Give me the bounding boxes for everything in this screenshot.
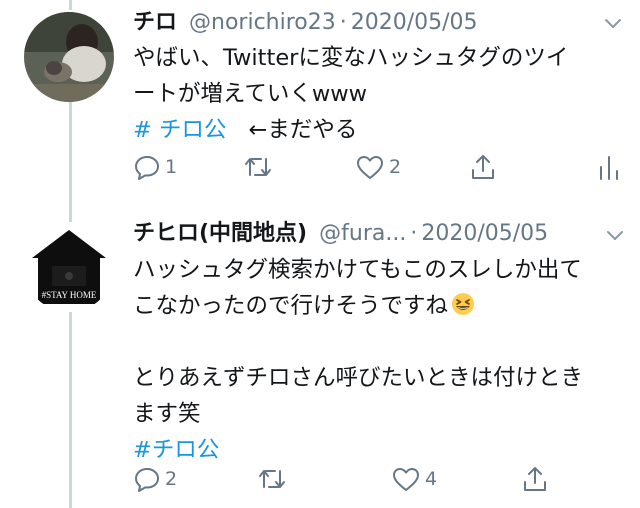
- heart-icon: [393, 468, 419, 491]
- text-segment: こなかったので行けそうですね: [133, 293, 449, 319]
- username-handle[interactable]: @norichiro23: [189, 9, 336, 37]
- reply-count: 2: [165, 468, 178, 490]
- analytics-icon: [600, 156, 618, 180]
- reply-note: ←まだやる: [248, 117, 358, 143]
- tweet-header: チロ @norichiro23 · 2020/05/05: [133, 9, 478, 37]
- share-button[interactable]: [521, 464, 549, 494]
- display-name[interactable]: チヒロ(中間地点): [133, 220, 307, 248]
- reply-button[interactable]: 1: [133, 152, 177, 182]
- hashtag-link[interactable]: #チロ公: [133, 437, 219, 463]
- share-icon: [472, 155, 494, 179]
- text-line: こなかったので行けそうですね: [133, 288, 623, 324]
- reply-count: 1: [165, 156, 178, 178]
- analytics-button[interactable]: [597, 152, 621, 182]
- retweet-button[interactable]: [243, 152, 273, 182]
- chevron-down-icon[interactable]: [604, 224, 626, 246]
- display-name[interactable]: チロ: [133, 9, 177, 37]
- tweet-header: チヒロ(中間地点) @fura... · 2020/05/05: [133, 220, 548, 248]
- reply-icon: [135, 156, 159, 180]
- reply-icon: [135, 468, 159, 492]
- tweet-date[interactable]: 2020/05/05: [351, 9, 478, 37]
- like-count: 4: [425, 468, 438, 490]
- like-button[interactable]: 2: [355, 152, 401, 182]
- text-line: #チロ公: [133, 432, 623, 468]
- tweet[interactable]: #STAY HOME チヒロ(中間地点) @fura... · 2020/05/…: [0, 210, 640, 508]
- text-line: ハッシュタグ検索かけてもこのスレしか出て: [133, 257, 582, 283]
- text-line: # チロ公 ←まだやる: [133, 112, 623, 148]
- username-handle[interactable]: @fura...: [319, 220, 406, 248]
- share-icon: [524, 467, 546, 491]
- like-count: 2: [389, 156, 402, 178]
- retweet-button[interactable]: [257, 464, 287, 494]
- text-line: [133, 324, 623, 360]
- tweet-text: やばい、Twitterに変なハッシュタグのツイ ートが増えていくwww # チロ…: [133, 40, 623, 148]
- tweet-text: ハッシュタグ検索かけてもこのスレしか出て こなかったので行けそうですね とりあえ…: [133, 252, 623, 468]
- separator-dot: ·: [410, 221, 418, 246]
- separator-dot: ·: [339, 10, 347, 35]
- tweet-date[interactable]: 2020/05/05: [421, 220, 548, 248]
- reply-button[interactable]: 2: [133, 464, 177, 494]
- avatar-label: #STAY HOME: [42, 290, 97, 300]
- text-line: ます笑: [133, 401, 201, 427]
- tweet-actions: 1 2: [133, 152, 633, 182]
- text-line: とりあえずチロさん呼びたいときは付けとき: [133, 365, 584, 391]
- avatar[interactable]: [24, 12, 114, 102]
- tweet[interactable]: チロ @norichiro23 · 2020/05/05 やばい、Twitter…: [0, 0, 640, 200]
- like-button[interactable]: 4: [391, 464, 437, 494]
- heart-icon: [357, 156, 383, 179]
- grinning-squinting-face-emoji: [452, 293, 475, 315]
- chevron-down-icon[interactable]: [602, 12, 624, 34]
- retweet-icon: [245, 158, 271, 176]
- share-button[interactable]: [469, 152, 497, 182]
- hashtag-link[interactable]: # チロ公: [133, 117, 227, 143]
- text-line: ートが増えていくwww: [133, 81, 368, 107]
- tweet-actions: 2 4: [133, 464, 563, 494]
- retweet-icon: [259, 470, 285, 488]
- avatar[interactable]: #STAY HOME: [24, 222, 114, 312]
- text-line: やばい、Twitterに変なハッシュタグのツイ: [133, 45, 569, 71]
